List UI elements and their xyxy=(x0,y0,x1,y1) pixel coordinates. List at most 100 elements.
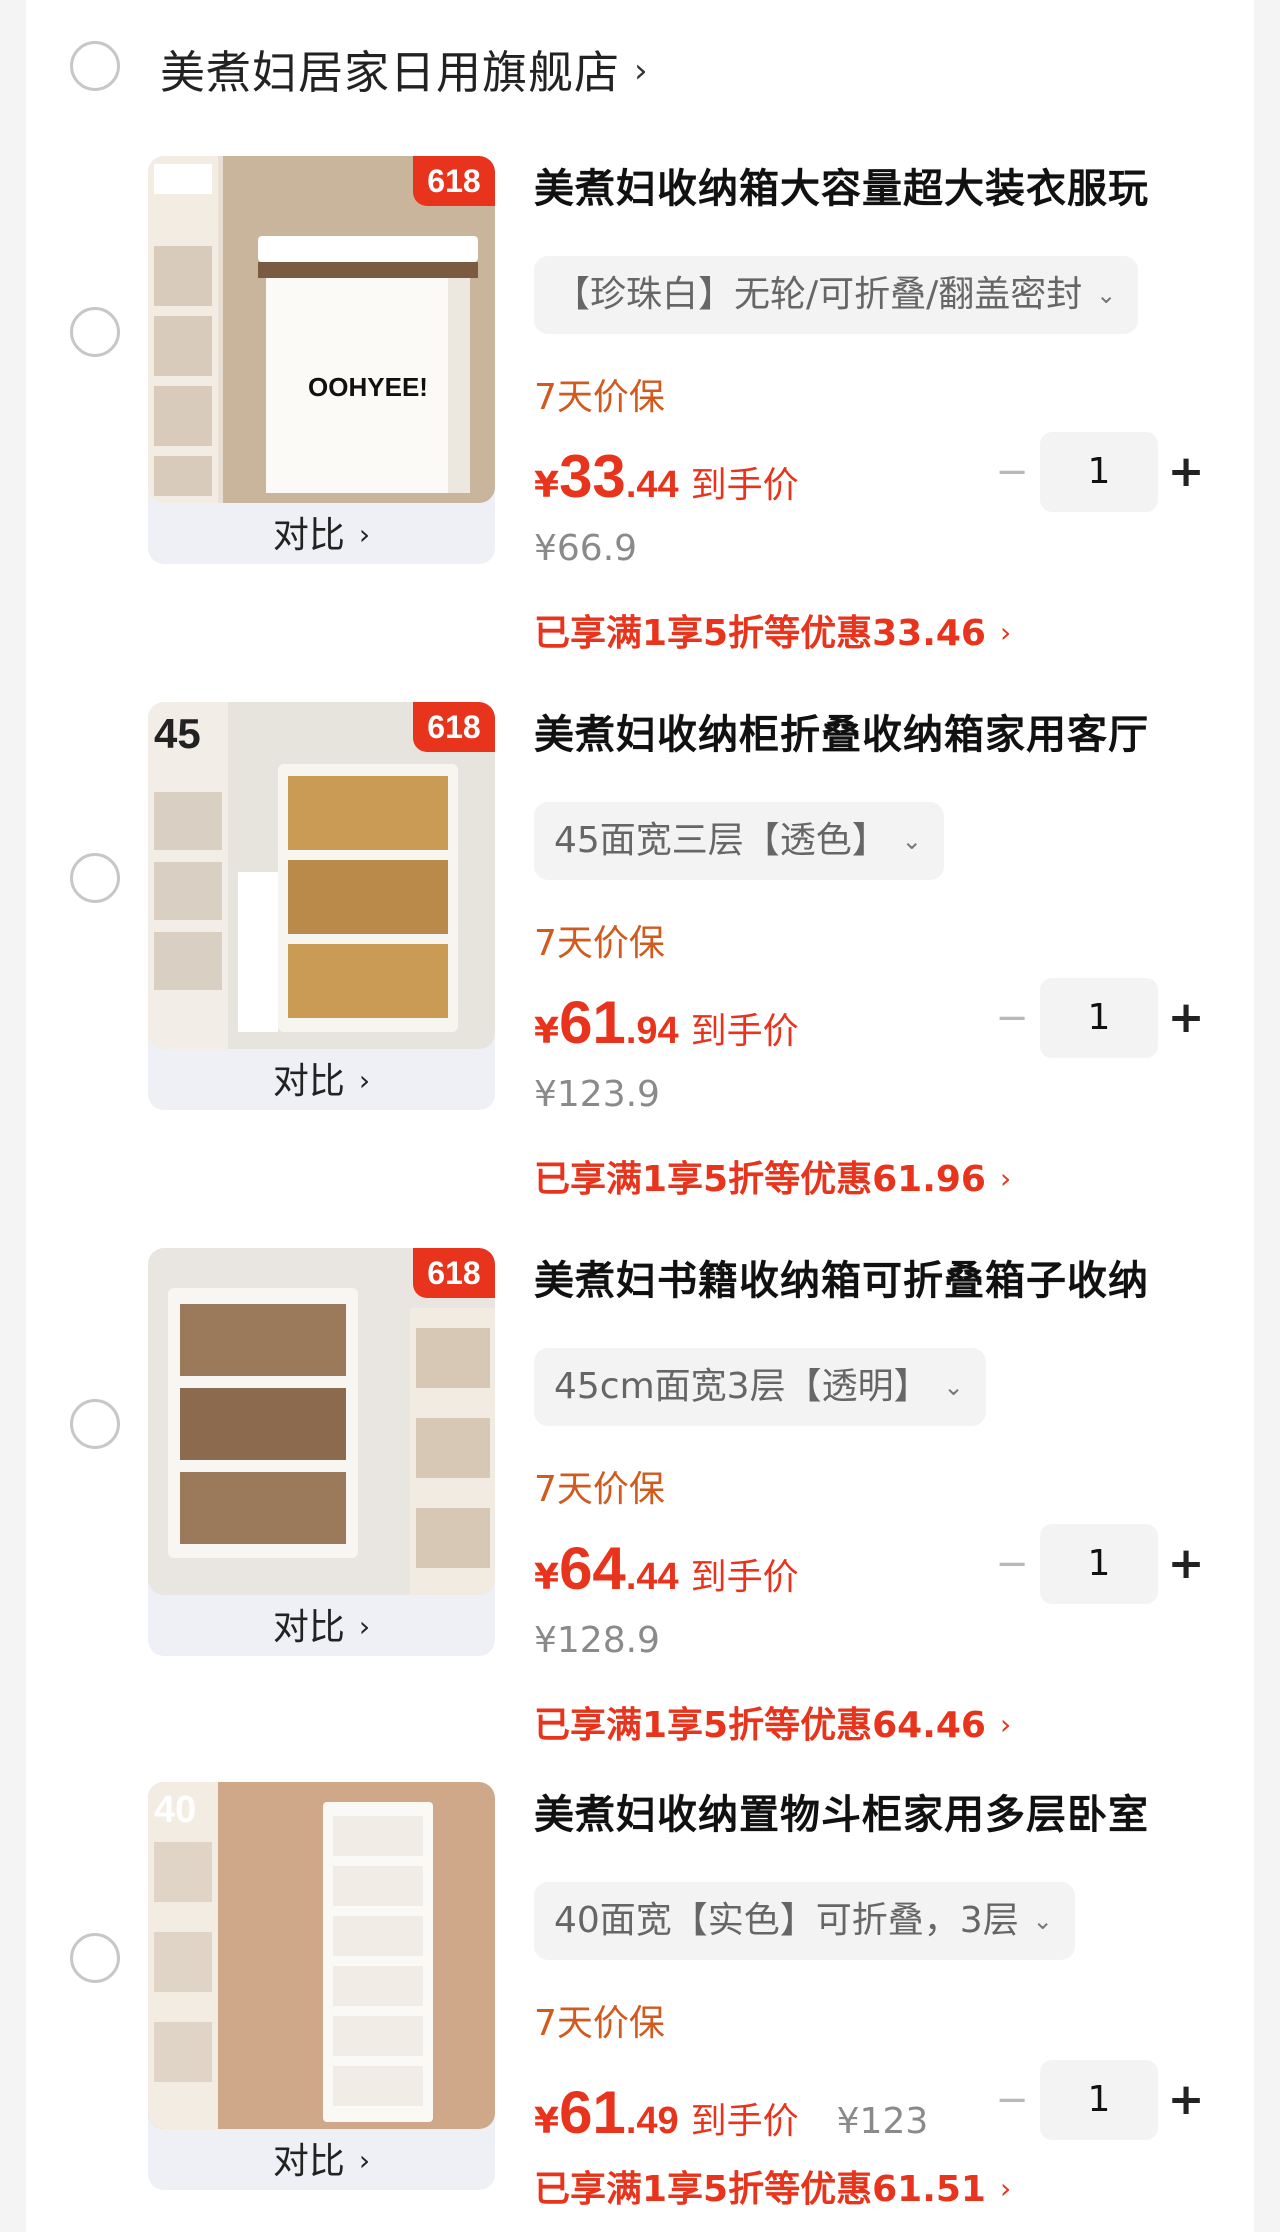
shop-select-radio[interactable] xyxy=(70,41,120,91)
quantity-stepper: − 1 + xyxy=(984,432,1214,512)
product-title[interactable]: 美煮妇收纳箱大容量超大装衣服玩 xyxy=(534,156,1234,214)
product-thumbnail-card: OOHYEE! 618 对比 › xyxy=(148,156,495,564)
currency-symbol: ¥ xyxy=(534,2101,560,2142)
storage-cabinet-illustration: 45 xyxy=(148,702,495,1049)
chevron-right-icon: › xyxy=(358,2144,371,2177)
price-guarantee-label: 7天价保 xyxy=(534,2003,665,2044)
variant-label: 45cm面宽3层【透明】 xyxy=(554,1366,930,1407)
drawer-cabinet-illustration: 40 xyxy=(148,1782,495,2129)
chevron-right-icon: › xyxy=(999,2172,1012,2205)
product-title[interactable]: 美煮妇书籍收纳箱可折叠箱子收纳 xyxy=(534,1248,1234,1306)
shop-header: 美煮妇居家日用旗舰店 › xyxy=(26,0,1254,130)
618-badge: 618 xyxy=(413,702,495,752)
618-badge: 618 xyxy=(413,156,495,206)
chevron-right-icon: › xyxy=(999,1162,1012,1195)
increase-button[interactable]: + xyxy=(1158,432,1214,512)
original-price: ¥123 xyxy=(836,2101,929,2142)
variant-label: 45面宽三层【透色】 xyxy=(554,820,888,861)
variant-selector[interactable]: 45cm面宽3层【透明】 ⌄ xyxy=(534,1348,986,1426)
item-select-radio[interactable] xyxy=(70,307,120,357)
chevron-down-icon: ⌄ xyxy=(943,1373,964,1401)
chevron-down-icon: ⌄ xyxy=(901,827,922,855)
shop-name: 美煮妇居家日用旗舰店 xyxy=(160,46,621,99)
product-title[interactable]: 美煮妇收纳置物斗柜家用多层卧室 xyxy=(534,1782,1234,1840)
compare-button[interactable]: 对比 › xyxy=(148,508,495,564)
compare-button[interactable]: 对比 › xyxy=(148,1600,495,1656)
compare-button[interactable]: 对比 › xyxy=(148,2134,495,2190)
price-label: 到手价 xyxy=(690,465,799,506)
original-price: ¥123.9 xyxy=(534,1074,660,1115)
item-select-radio[interactable] xyxy=(70,1933,120,1983)
product-image[interactable]: 45 618 xyxy=(148,702,495,1049)
chevron-right-icon: › xyxy=(634,51,649,91)
variant-selector[interactable]: 40面宽【实色】可折叠，3层 ⌄ xyxy=(534,1882,1075,1960)
quantity-stepper: − 1 + xyxy=(984,2060,1214,2140)
increase-button[interactable]: + xyxy=(1158,1524,1214,1604)
quantity-stepper: − 1 + xyxy=(984,1524,1214,1604)
increase-button[interactable]: + xyxy=(1158,978,1214,1058)
chevron-down-icon: ⌄ xyxy=(1096,281,1117,309)
chevron-right-icon: › xyxy=(999,1708,1012,1741)
compare-label: 对比 xyxy=(272,1061,345,1102)
product-image[interactable]: 618 xyxy=(148,1248,495,1595)
item-select-radio[interactable] xyxy=(70,1399,120,1449)
width-label: 40 xyxy=(154,1789,196,1831)
promo-discount-link[interactable]: 已享满1享5折等优惠64.46 › xyxy=(534,1696,1011,1748)
product-thumbnail-card: 618 对比 › xyxy=(148,1248,495,1656)
variant-selector[interactable]: 【珍珠白】无轮/可折叠/翻盖密封 ⌄ xyxy=(534,256,1139,334)
variant-selector[interactable]: 45面宽三层【透色】 ⌄ xyxy=(534,802,944,880)
final-price: ¥61.49 到手价 ¥123 xyxy=(534,2078,928,2147)
quantity-input[interactable]: 1 xyxy=(1040,978,1158,1058)
price-label: 到手价 xyxy=(690,1557,799,1598)
promo-discount-link[interactable]: 已享满1享5折等优惠61.96 › xyxy=(534,1150,1011,1202)
promo-text: 已享满1享5折等优惠61.51 xyxy=(534,2169,986,2210)
item-select-radio[interactable] xyxy=(70,853,120,903)
price-decimal: .44 xyxy=(625,1556,679,1598)
original-price: ¥66.9 xyxy=(534,528,638,569)
currency-symbol: ¥ xyxy=(534,465,560,506)
price-integer: 61 xyxy=(559,989,626,1056)
chevron-down-icon: ⌄ xyxy=(1032,1907,1053,1935)
shop-name-link[interactable]: 美煮妇居家日用旗舰店 › xyxy=(160,36,649,101)
original-price: ¥128.9 xyxy=(534,1620,660,1661)
book-cabinet-illustration xyxy=(148,1248,495,1595)
final-price: ¥33.44 到手价 xyxy=(534,442,799,511)
variant-label: 【珍珠白】无轮/可折叠/翻盖密封 xyxy=(554,274,1083,315)
increase-button[interactable]: + xyxy=(1158,2060,1214,2140)
price-guarantee-label: 7天价保 xyxy=(534,377,665,418)
chevron-right-icon: › xyxy=(358,1610,371,1643)
decrease-button[interactable]: − xyxy=(984,1524,1040,1604)
width-label: 45 xyxy=(154,710,201,757)
chevron-right-icon: › xyxy=(358,1064,371,1097)
compare-label: 对比 xyxy=(272,1607,345,1648)
quantity-input[interactable]: 1 xyxy=(1040,432,1158,512)
618-badge: 618 xyxy=(413,1248,495,1298)
final-price: ¥61.94 到手价 xyxy=(534,988,799,1057)
quantity-input[interactable]: 1 xyxy=(1040,2060,1158,2140)
decrease-button[interactable]: − xyxy=(984,978,1040,1058)
promo-text: 已享满1享5折等优惠64.46 xyxy=(534,1705,986,1746)
product-image[interactable]: OOHYEE! 618 xyxy=(148,156,495,503)
price-label: 到手价 xyxy=(690,1011,799,1052)
promo-text: 已享满1享5折等优惠61.96 xyxy=(534,1159,986,1200)
decrease-button[interactable]: − xyxy=(984,2060,1040,2140)
product-thumbnail-card: 40 对比 › xyxy=(148,1782,495,2190)
decrease-button[interactable]: − xyxy=(984,432,1040,512)
compare-label: 对比 xyxy=(272,2141,345,2182)
quantity-input[interactable]: 1 xyxy=(1040,1524,1158,1604)
price-label: 到手价 xyxy=(690,2101,799,2142)
promo-discount-link[interactable]: 已享满1享5折等优惠33.46 › xyxy=(534,604,1011,656)
price-guarantee-label: 7天价保 xyxy=(534,923,665,964)
price-integer: 33 xyxy=(559,443,626,510)
product-thumbnail-card: 45 618 对比 › xyxy=(148,702,495,1110)
price-integer: 61 xyxy=(559,2079,626,2146)
promo-discount-link[interactable]: 已享满1享5折等优惠61.51 › xyxy=(534,2160,1011,2212)
cart-item: 40 对比 › 美煮妇收纳置物斗柜家用多层卧室 40面宽【实色】可折叠，3层 ⌄… xyxy=(26,1782,1254,2222)
quantity-stepper: − 1 + xyxy=(984,978,1214,1058)
product-image[interactable]: 40 xyxy=(148,1782,495,2129)
cart-item: 618 对比 › 美煮妇书籍收纳箱可折叠箱子收纳 45cm面宽3层【透明】 ⌄ 7… xyxy=(26,1248,1254,1793)
final-price: ¥64.44 到手价 xyxy=(534,1534,799,1603)
currency-symbol: ¥ xyxy=(534,1011,560,1052)
product-title[interactable]: 美煮妇收纳柜折叠收纳箱家用客厅 xyxy=(534,702,1234,760)
compare-button[interactable]: 对比 › xyxy=(148,1054,495,1110)
